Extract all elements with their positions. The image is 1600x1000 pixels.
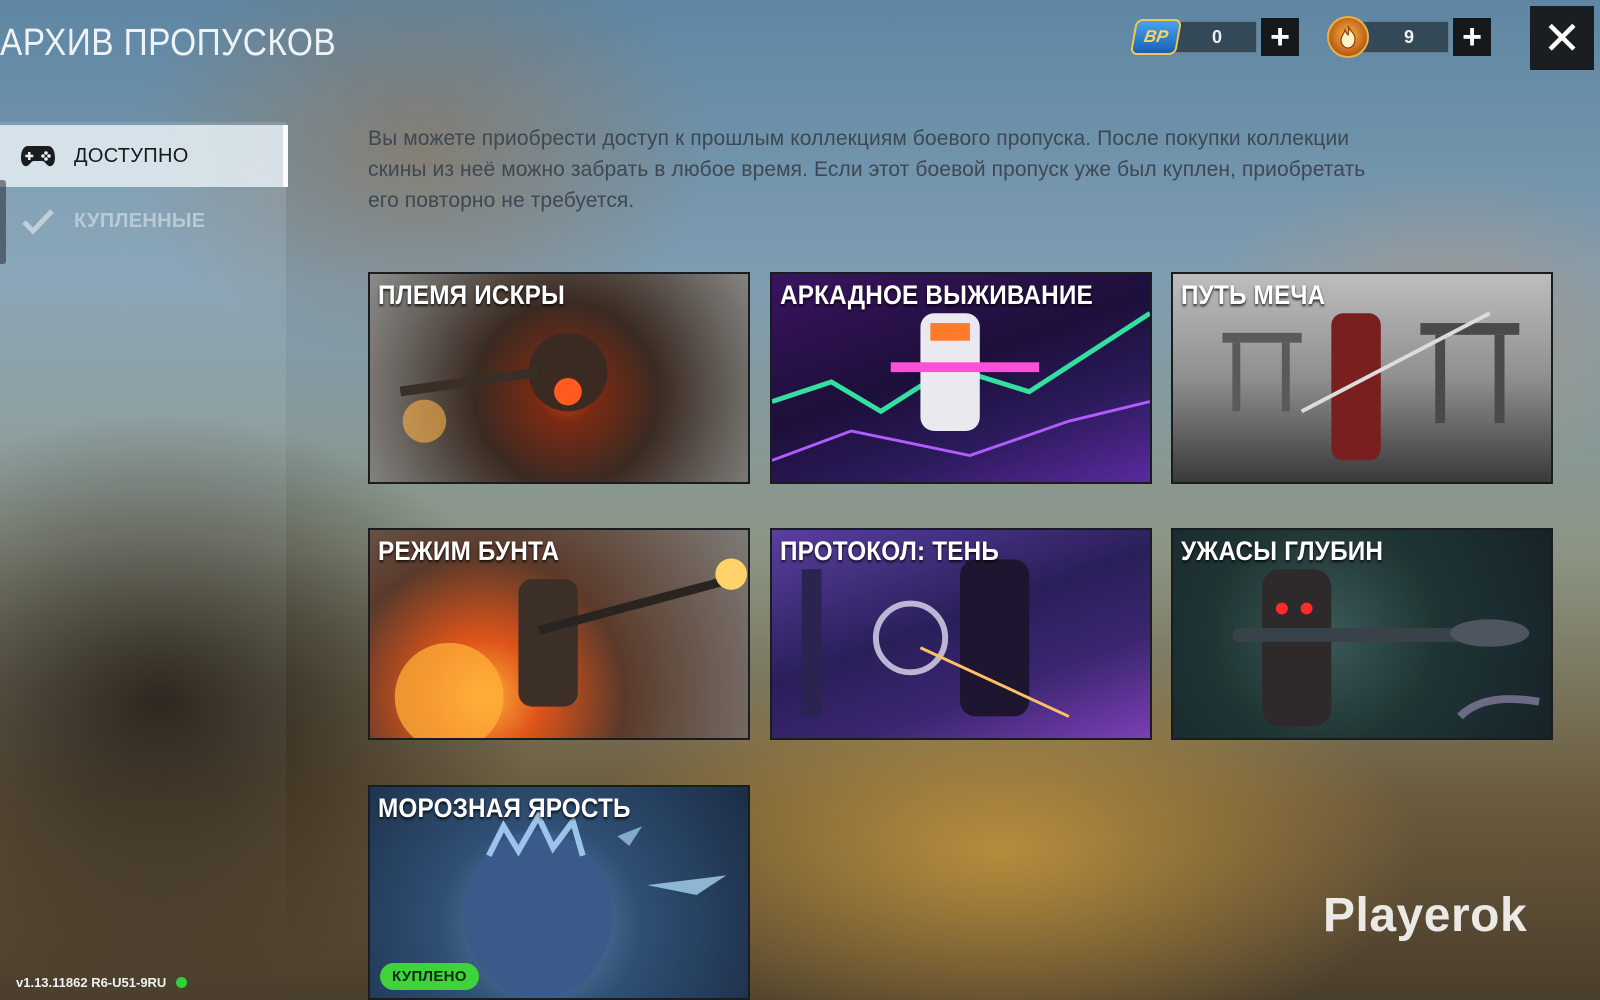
pass-title: МОРОЗНАЯ ЯРОСТЬ bbox=[378, 793, 631, 823]
pass-card-frost-fury[interactable]: МОРОЗНАЯ ЯРОСТЬ КУПЛЕНО bbox=[368, 785, 750, 1000]
sidebar-item-available[interactable]: ДОСТУПНО bbox=[0, 125, 288, 187]
pass-card-sword-path[interactable]: ПУТЬ МЕЧА bbox=[1171, 272, 1553, 484]
pass-card-spark-tribe[interactable]: ПЛЕМЯ ИСКРЫ bbox=[368, 272, 750, 484]
pass-card-deep-horrors[interactable]: УЖАСЫ ГЛУБИН bbox=[1171, 528, 1553, 740]
sidebar: ДОСТУПНО КУПЛЕННЫЕ bbox=[0, 122, 288, 1000]
bp-currency: BP 0 + bbox=[1129, 17, 1299, 57]
page-title: АРХИВ ПРОПУСКОВ bbox=[0, 22, 337, 64]
fire-coin-icon bbox=[1325, 16, 1371, 58]
pass-title: УЖАСЫ ГЛУБИН bbox=[1181, 536, 1384, 566]
archive-description: Вы можете приобрести доступ к прошлым ко… bbox=[368, 127, 1366, 212]
pass-card-arcade-survival[interactable]: АРКАДНОЕ ВЫЖИВАНИЕ bbox=[770, 272, 1152, 484]
sidebar-item-bought[interactable]: КУПЛЕННЫЕ bbox=[0, 190, 286, 252]
add-bp-button[interactable]: + bbox=[1261, 18, 1299, 56]
pass-title: АРКАДНОЕ ВЫЖИВАНИЕ bbox=[780, 280, 1093, 310]
pass-title: ПЛЕМЯ ИСКРЫ bbox=[378, 280, 566, 310]
sidebar-scroll-handle[interactable] bbox=[0, 180, 6, 264]
bp-badge-text: BP bbox=[1142, 27, 1170, 46]
watermark-logo: Playerok bbox=[1323, 889, 1528, 942]
connection-status-icon bbox=[176, 977, 188, 988]
gamepad-icon bbox=[18, 144, 58, 168]
pass-title: ПРОТОКОЛ: ТЕНЬ bbox=[780, 536, 1000, 566]
checkmark-icon bbox=[18, 207, 58, 235]
fire-currency: 9 + bbox=[1325, 16, 1491, 58]
pass-card-protocol-shadow[interactable]: ПРОТОКОЛ: ТЕНЬ bbox=[770, 528, 1152, 740]
close-button[interactable]: ✕ bbox=[1530, 6, 1594, 70]
fire-balance: 9 bbox=[1361, 21, 1449, 53]
version-label: v1.13.11862 R6-U51-9RU bbox=[16, 975, 188, 990]
pass-card-riot-mode[interactable]: РЕЖИМ БУНТА bbox=[368, 528, 750, 740]
bought-badge: КУПЛЕНО bbox=[380, 963, 479, 990]
version-text: v1.13.11862 R6-U51-9RU bbox=[16, 975, 167, 990]
pass-title: ПУТЬ МЕЧА bbox=[1181, 280, 1326, 310]
bp-balance: 0 bbox=[1169, 21, 1257, 53]
sidebar-item-label: ДОСТУПНО bbox=[74, 144, 189, 167]
pass-title: РЕЖИМ БУНТА bbox=[378, 536, 560, 566]
add-fire-button[interactable]: + bbox=[1453, 18, 1491, 56]
bp-coin-icon: BP bbox=[1129, 17, 1183, 57]
sidebar-item-label: КУПЛЕННЫЕ bbox=[74, 209, 206, 232]
